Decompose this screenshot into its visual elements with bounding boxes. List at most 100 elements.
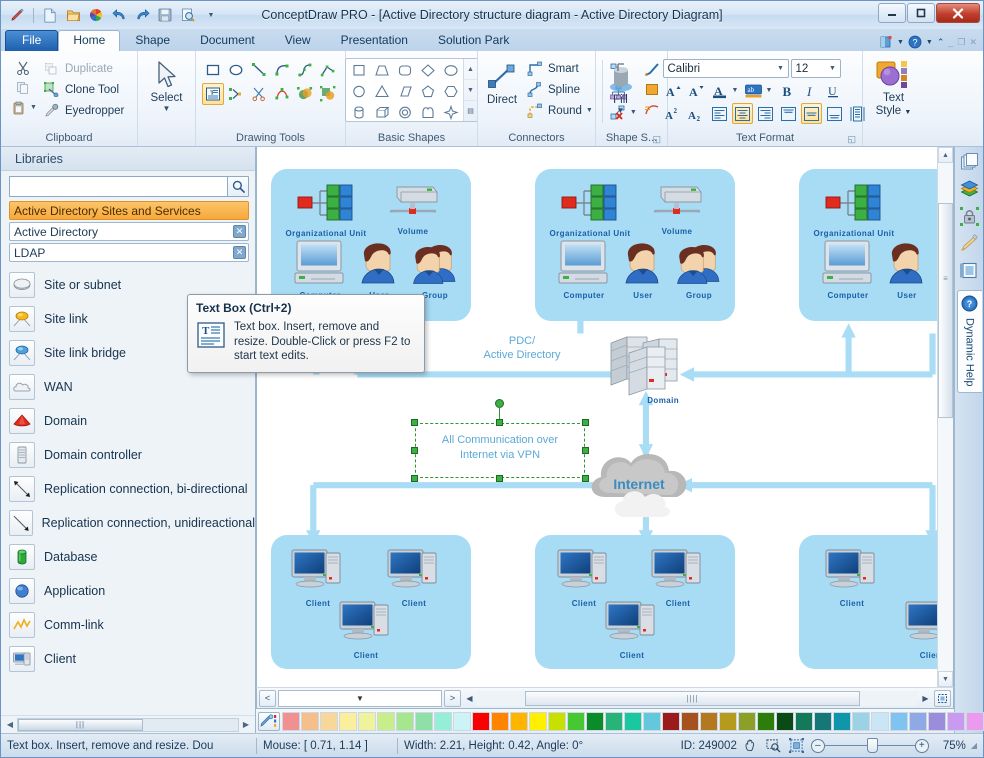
paste-icon[interactable]	[9, 98, 29, 117]
tab-home[interactable]: Home	[58, 30, 120, 51]
shape-rounded-rect[interactable]	[393, 60, 416, 81]
list-item[interactable]: Replication connection, bi-directional	[9, 472, 255, 506]
tab-shape[interactable]: Shape	[120, 30, 185, 51]
round-connector-caret-icon[interactable]: ▼	[586, 107, 593, 114]
palette-swatch[interactable]	[700, 712, 718, 731]
qat-dropdown-icon[interactable]: ▼	[201, 5, 221, 25]
resize-handle-sw[interactable]	[411, 475, 418, 482]
select-caret-icon[interactable]: ▼	[163, 105, 171, 113]
canvas-horizontal-scrollbar[interactable]: ◀ |||| ▶	[463, 690, 932, 707]
book-caret-icon[interactable]: ▼	[897, 39, 904, 46]
shape-four-point-star[interactable]	[439, 102, 462, 123]
shape-ellipse[interactable]	[439, 60, 462, 81]
library-tag-active-directory[interactable]: Active Directory ✕	[9, 222, 249, 241]
diagram-node[interactable]: Client	[601, 599, 663, 660]
list-item[interactable]: Application	[9, 574, 255, 608]
scroll-right-icon[interactable]: ▶	[239, 718, 253, 732]
drawing-canvas[interactable]: Organizational Unit Volume Computer	[256, 147, 954, 687]
polyline-tool[interactable]	[317, 59, 339, 81]
shape-circle[interactable]	[347, 81, 370, 102]
palette-swatch[interactable]	[320, 712, 338, 731]
palette-swatch[interactable]	[472, 712, 490, 731]
palette-swatch[interactable]	[339, 712, 357, 731]
brush-icon[interactable]	[958, 232, 981, 255]
valign-bottom-button[interactable]	[824, 103, 845, 124]
print-preview-icon[interactable]	[178, 5, 198, 25]
palette-swatch[interactable]	[833, 712, 851, 731]
library-stack-icon[interactable]	[958, 178, 981, 201]
fill-caret-icon[interactable]: ▼	[617, 107, 625, 115]
palette-swatch[interactable]	[757, 712, 775, 731]
palette-swatch[interactable]	[928, 712, 946, 731]
shape-hexagon[interactable]	[439, 81, 462, 102]
palette-swatch[interactable]	[282, 712, 300, 731]
select-button[interactable]: Select ▼	[141, 56, 193, 113]
line-tool[interactable]	[248, 59, 270, 81]
paste-caret-icon[interactable]: ▼	[30, 104, 37, 111]
eyedropper-button[interactable]: Eyedropper	[41, 100, 129, 121]
direct-connector-button[interactable]: Direct	[482, 58, 522, 107]
spline-connector-button[interactable]: Spline	[524, 79, 597, 100]
cut-shape-tool[interactable]	[248, 83, 270, 105]
resize-handle-ne[interactable]	[582, 419, 589, 426]
valign-top-button[interactable]	[778, 103, 799, 124]
diagram-node[interactable]: Computer	[551, 239, 617, 300]
font-size-caret-icon[interactable]: ▼	[826, 65, 840, 72]
library-tag-ldap[interactable]: LDAP ✕	[9, 243, 249, 262]
diagram-node[interactable]: Computer	[287, 239, 353, 300]
bold-button[interactable]: B	[777, 80, 798, 101]
brush-line-icon[interactable]	[642, 60, 662, 79]
diagram-node[interactable]: Group	[405, 239, 465, 300]
diagram-node[interactable]: Client	[335, 599, 397, 660]
resize-grip-icon[interactable]: ◢	[971, 741, 977, 750]
fill-button[interactable]: Fill ▼	[602, 58, 640, 115]
shape-concentric-circle[interactable]	[393, 102, 416, 123]
palette-swatch[interactable]	[966, 712, 984, 731]
canvas-hscroll-thumb[interactable]: ||||	[525, 691, 860, 706]
canvas-hscroll-track[interactable]: ||||	[477, 691, 918, 706]
selected-textbox-group[interactable]: All Communication over Internet via VPN	[415, 423, 585, 478]
palette-swatch[interactable]	[567, 712, 585, 731]
zoom-thumb[interactable]	[867, 738, 878, 753]
color-wheel-icon[interactable]	[86, 5, 106, 25]
help-icon[interactable]: ?	[908, 35, 922, 49]
redo-icon[interactable]	[132, 5, 152, 25]
close-icon[interactable]: ✕	[233, 246, 246, 259]
resize-handle-s[interactable]	[496, 475, 503, 482]
list-item[interactable]: Comm-link	[9, 608, 255, 642]
diagram-node[interactable]: User	[353, 239, 405, 300]
diagram-node[interactable]: Computer	[815, 239, 881, 300]
lock-icon[interactable]	[958, 205, 981, 228]
align-left-button[interactable]	[709, 103, 730, 124]
palette-swatch[interactable]	[605, 712, 623, 731]
library-horizontal-scrollbar[interactable]: ◀ ||| ▶	[1, 715, 255, 733]
panel-icon[interactable]	[958, 259, 981, 282]
cut-scissors-icon[interactable]	[13, 58, 33, 77]
tab-document[interactable]: Document	[185, 30, 270, 51]
shape-trapezoid[interactable]	[370, 60, 393, 81]
align-right-button[interactable]	[755, 103, 776, 124]
palette-swatch[interactable]	[947, 712, 965, 731]
palette-swatch[interactable]	[852, 712, 870, 731]
highlight-caret-icon[interactable]: ▼	[766, 87, 775, 94]
new-document-icon[interactable]	[40, 5, 60, 25]
palette-swatch[interactable]	[776, 712, 794, 731]
color-picker-icon[interactable]	[258, 712, 280, 731]
diagram-node[interactable]: Organizational Unit	[283, 181, 369, 238]
ellipse-tool[interactable]	[225, 59, 247, 81]
list-item[interactable]: WAN	[9, 370, 255, 404]
arc-tool[interactable]	[271, 59, 293, 81]
font-family-combo[interactable]: Calibri ▼	[663, 59, 789, 78]
palette-swatch[interactable]	[719, 712, 737, 731]
ribbon-minimize-icon[interactable]: _	[948, 37, 953, 47]
diagram-node[interactable]: Client	[821, 547, 883, 608]
list-item[interactable]: Domain	[9, 404, 255, 438]
palette-swatch[interactable]	[377, 712, 395, 731]
shape-cylinder[interactable]	[347, 102, 370, 123]
fragment-tool[interactable]	[317, 83, 339, 105]
shapes-scroll-more-icon[interactable]: ▤	[464, 101, 477, 121]
basic-shapes-scrollbar[interactable]: ▲ ▼ ▤	[463, 59, 477, 121]
diagram-node[interactable]: Organizational Unit	[547, 181, 633, 238]
zoom-region-icon[interactable]	[765, 737, 783, 755]
grow-font-button[interactable]: A	[663, 80, 684, 101]
